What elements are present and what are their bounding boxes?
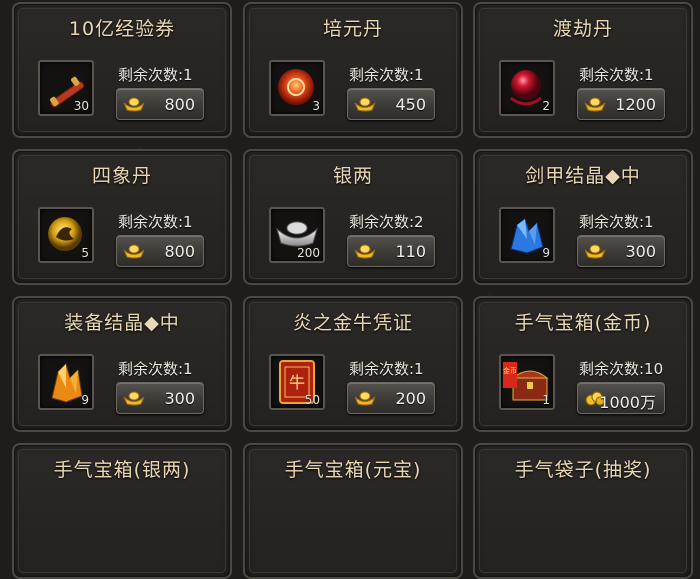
price: 110 — [395, 242, 426, 261]
item-slot[interactable]: 牛 50 — [269, 354, 325, 410]
price: 1200 — [615, 95, 656, 114]
item-quantity: 30 — [73, 99, 89, 113]
shop-card: 手气袋子(抽奖) — [473, 443, 693, 579]
price: 800 — [164, 95, 195, 114]
item-slot[interactable]: 9 — [38, 354, 94, 410]
buy-button[interactable]: 1200 — [577, 88, 665, 120]
remaining-count: 剩余次数:1 — [349, 360, 424, 378]
buy-button[interactable]: 300 — [577, 235, 665, 267]
buy-button[interactable]: 300 — [116, 382, 204, 414]
item-title: 渡劫丹 — [552, 18, 613, 40]
gold-ingot-icon — [584, 97, 606, 112]
price: 300 — [625, 242, 656, 261]
price: 450 — [395, 95, 426, 114]
item-title: 剑甲结晶◆中 — [525, 165, 641, 187]
shop-card: 手气宝箱(元宝) — [243, 443, 463, 579]
gold-ingot-icon — [123, 97, 145, 112]
buy-button[interactable]: 450 — [347, 88, 435, 120]
item-slot[interactable]: 200 — [269, 207, 325, 263]
item-quantity: 3 — [312, 99, 320, 113]
item-slot[interactable]: 2 — [499, 60, 555, 116]
buy-button[interactable]: 200 — [347, 382, 435, 414]
shop-card: 装备结晶◆中 9 剩余次数:1 300 — [12, 296, 232, 432]
item-slot[interactable]: 9 — [499, 207, 555, 263]
buy-button[interactable]: 800 — [116, 88, 204, 120]
item-title: 炎之金牛凭证 — [292, 312, 413, 334]
item-title: 手气宝箱(元宝) — [284, 459, 422, 481]
shop-card: 炎之金牛凭证 牛 50 剩余次数:1 200 — [243, 296, 463, 432]
remaining-count: 剩余次数:10 — [579, 360, 664, 378]
item-quantity: 5 — [81, 246, 89, 260]
remaining-count: 剩余次数:1 — [579, 66, 654, 84]
shop-card: 银两 200 剩余次数:2 110 — [243, 149, 463, 285]
shop-card: 剑甲结晶◆中 9 剩余次数:1 300 — [473, 149, 693, 285]
item-slot[interactable]: 30 — [38, 60, 94, 116]
gold-ingot-icon — [123, 391, 145, 406]
item-title: 10亿经验券 — [68, 18, 176, 40]
remaining-count: 剩余次数:1 — [349, 66, 424, 84]
buy-button[interactable]: 110 — [347, 235, 435, 267]
buy-button[interactable]: 1000万 — [577, 382, 665, 414]
shop-card: 10亿经验券 30 剩余次数:1 800 — [12, 2, 232, 138]
token-character: 牛 — [289, 373, 305, 392]
item-quantity: 9 — [81, 393, 89, 407]
price: 200 — [395, 389, 426, 408]
item-quantity: 1 — [542, 393, 550, 407]
chest-badge-text: 金币 — [503, 366, 517, 375]
gold-ingot-icon — [123, 244, 145, 259]
remaining-count: 剩余次数:1 — [118, 66, 193, 84]
shop-card: 培元丹 3 剩余次数:1 450 — [243, 2, 463, 138]
item-title: 四象丹 — [91, 165, 152, 187]
remaining-count: 剩余次数:1 — [118, 213, 193, 231]
item-slot[interactable]: 金币 1 — [499, 354, 555, 410]
item-quantity: 2 — [542, 99, 550, 113]
shop-card: 四象丹 5 剩余次数:1 800 — [12, 149, 232, 285]
item-title: 手气袋子(抽奖) — [514, 459, 652, 481]
item-slot[interactable]: 5 — [38, 207, 94, 263]
remaining-count: 剩余次数:2 — [349, 213, 424, 231]
price: 1000万 — [599, 393, 656, 412]
item-title: 银两 — [332, 165, 373, 187]
shop-card: 手气宝箱(银两) — [12, 443, 232, 579]
item-title: 手气宝箱(金币) — [514, 312, 652, 334]
item-quantity: 9 — [542, 246, 550, 260]
remaining-count: 剩余次数:1 — [579, 213, 654, 231]
item-title: 培元丹 — [322, 18, 383, 40]
buy-button[interactable]: 800 — [116, 235, 204, 267]
shop-grid: 10亿经验券 30 剩余次数:1 800 培元丹 3 剩余次数:1 450 渡劫… — [0, 0, 700, 579]
shop-card: 渡劫丹 2 剩余次数:1 1200 — [473, 2, 693, 138]
item-title: 装备结晶◆中 — [64, 312, 180, 334]
item-title: 手气宝箱(银两) — [53, 459, 191, 481]
item-slot[interactable]: 3 — [269, 60, 325, 116]
item-quantity: 50 — [304, 393, 320, 407]
item-quantity: 200 — [297, 246, 320, 260]
gold-ingot-icon — [354, 97, 376, 112]
gold-ingot-icon — [354, 391, 376, 406]
price: 800 — [164, 242, 195, 261]
remaining-count: 剩余次数:1 — [118, 360, 193, 378]
gold-ingot-icon — [354, 244, 376, 259]
gold-ingot-icon — [584, 244, 606, 259]
shop-card: 手气宝箱(金币) 金币 1 剩余次数:10 1000万 — [473, 296, 693, 432]
price: 300 — [164, 389, 195, 408]
